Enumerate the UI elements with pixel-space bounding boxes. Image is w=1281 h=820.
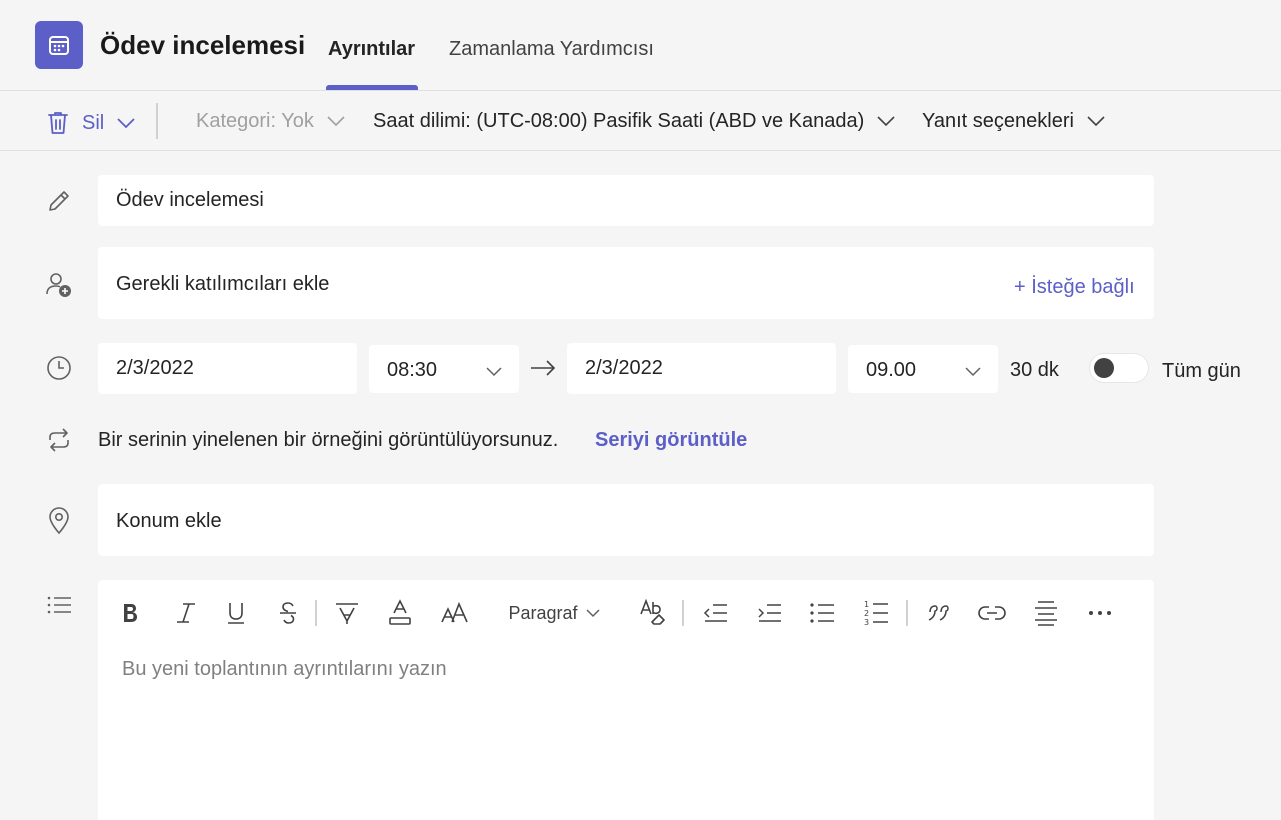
start-time-value: 08:30 (387, 359, 438, 381)
clear-formatting-button[interactable] (636, 596, 670, 630)
bulleted-list-button[interactable] (806, 596, 838, 630)
chevron-down-icon (876, 110, 896, 133)
delete-label: Sil (82, 111, 105, 134)
page-title: Ödev incelemesi (100, 30, 306, 60)
chevron-down-icon (326, 110, 346, 133)
chevron-down-icon (585, 608, 600, 618)
svg-text:1: 1 (864, 600, 869, 609)
format-divider (315, 600, 317, 626)
strikethrough-button[interactable] (272, 596, 304, 630)
start-date-picker[interactable]: 2/3/2022 (98, 343, 357, 394)
timezone-dropdown[interactable]: Saat dilimi: (UTC-08:00) Pasifik Saati (… (373, 110, 896, 133)
trash-icon (46, 110, 70, 136)
all-day-toggle[interactable] (1089, 353, 1149, 383)
decrease-indent-button[interactable] (700, 596, 732, 630)
pencil-icon (44, 186, 74, 216)
numbered-list-button[interactable]: 1 2 3 (860, 596, 892, 630)
timezone-label: Saat dilimi: (UTC-08:00) Pasifik Saati (… (373, 110, 865, 132)
repeat-icon (44, 425, 74, 455)
end-time-dropdown[interactable]: 09.00 (848, 345, 998, 393)
increase-indent-button[interactable] (754, 596, 786, 630)
delete-button[interactable]: Sil (46, 110, 136, 136)
attendees-placeholder: Gerekli katılımcıları ekle (116, 273, 330, 295)
header: Ödev incelemesi Ayrıntılar Zamanlama Yar… (0, 0, 1281, 90)
quote-button[interactable] (922, 596, 954, 630)
italic-button[interactable] (170, 596, 202, 630)
all-day-label: Tüm gün (1162, 360, 1241, 382)
toggle-knob (1094, 358, 1114, 378)
add-person-icon (44, 270, 74, 300)
response-options-label: Yanıt seçenekleri (922, 110, 1074, 132)
start-time-dropdown[interactable]: 08:30 (369, 345, 519, 393)
toolbar-divider (156, 103, 158, 139)
start-date-value: 2/3/2022 (116, 357, 194, 379)
calendar-icon (35, 21, 83, 69)
recurrence-text: Bir serinin yinelenen bir örneğini görün… (98, 429, 559, 451)
category-dropdown[interactable]: Kategori: Yok (196, 110, 346, 133)
category-label: Kategori: Yok (196, 110, 314, 132)
end-date-value: 2/3/2022 (585, 357, 663, 379)
format-divider (682, 600, 684, 626)
paragraph-style-dropdown[interactable]: Paragraf (502, 596, 606, 630)
highlight-button[interactable] (331, 596, 363, 630)
link-icon[interactable] (975, 596, 1009, 630)
chevron-down-icon (965, 364, 981, 382)
attendees-input[interactable]: Gerekli katılımcıları ekle + İsteğe bağl… (98, 247, 1154, 319)
svg-text:3: 3 (864, 618, 869, 627)
location-input[interactable]: Konum ekle (98, 484, 1154, 556)
font-color-button[interactable] (384, 596, 416, 630)
align-button[interactable] (1030, 596, 1062, 630)
title-input-value: Ödev incelemesi (116, 189, 264, 211)
clock-icon (44, 353, 74, 383)
end-date-picker[interactable]: 2/3/2022 (567, 343, 836, 394)
chevron-down-icon (116, 112, 136, 135)
tab-details[interactable]: Ayrıntılar (328, 38, 415, 61)
duration-label: 30 dk (1010, 359, 1059, 381)
details-placeholder: Bu yeni toplantının ayrıntılarını yazın (122, 658, 447, 680)
arrow-right-icon (530, 358, 556, 383)
view-series-link[interactable]: Seriyi görüntüle (595, 429, 747, 452)
location-placeholder: Konum ekle (116, 510, 222, 532)
optional-attendees-link[interactable]: + İsteğe bağlı (1014, 276, 1135, 299)
underline-button[interactable] (220, 596, 252, 630)
response-options-dropdown[interactable]: Yanıt seçenekleri (922, 110, 1106, 133)
bold-button[interactable] (114, 596, 146, 630)
font-size-button[interactable] (438, 596, 472, 630)
chevron-down-icon (1086, 110, 1106, 133)
meeting-toolbar: Sil Kategori: Yok Saat dilimi: (UTC-08:0… (0, 90, 1281, 151)
format-divider (906, 600, 908, 626)
tab-scheduling-assistant[interactable]: Zamanlama Yardımcısı (449, 38, 654, 61)
end-time-value: 09.00 (866, 359, 917, 381)
chevron-down-icon (486, 364, 502, 382)
location-pin-icon (44, 506, 74, 536)
svg-text:2: 2 (864, 609, 869, 618)
title-input[interactable]: Ödev incelemesi (98, 175, 1154, 226)
paragraph-style-label: Paragraf (508, 602, 578, 623)
more-options-icon[interactable] (1084, 596, 1116, 630)
details-list-icon (44, 590, 74, 620)
